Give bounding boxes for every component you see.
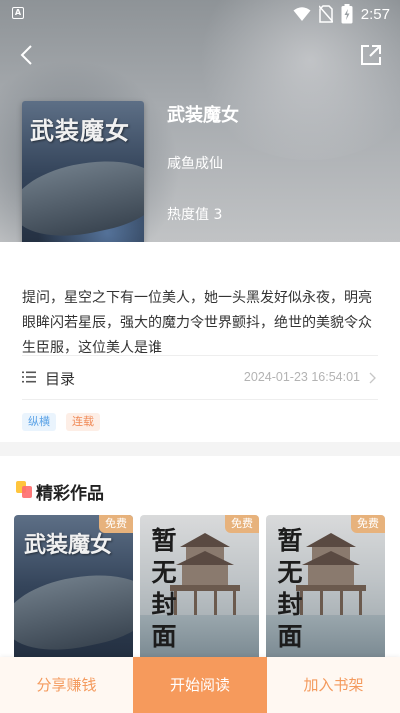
tag-source[interactable]: 纵横 xyxy=(22,413,56,431)
bottom-action-bar: 分享赚钱 开始阅读 加入书架 xyxy=(0,657,400,713)
add-to-bookshelf-button[interactable]: 加入书架 xyxy=(267,657,400,713)
heat-value: 热度值 3 xyxy=(167,207,223,223)
section-icon xyxy=(16,481,32,498)
clock: 2:57 xyxy=(360,5,390,23)
section-title: 精彩作品 xyxy=(36,484,104,504)
table-of-contents-row[interactable]: 目录 2024-01-23 16:54:01 xyxy=(22,358,378,398)
wifi-icon xyxy=(293,7,311,21)
free-badge: 免费 xyxy=(225,515,259,533)
no-cover-text: 暂无封面 xyxy=(277,526,303,651)
list-icon xyxy=(22,371,36,383)
free-badge: 免费 xyxy=(99,515,133,533)
status-bar: A 2:57 xyxy=(0,0,400,28)
book-author[interactable]: 咸鱼成仙 xyxy=(167,153,223,173)
share-earn-button[interactable]: 分享赚钱 xyxy=(0,657,133,713)
tag-status[interactable]: 连载 xyxy=(66,413,100,431)
no-sim-icon xyxy=(318,5,333,23)
divider xyxy=(22,355,378,356)
no-cover-text: 暂无封面 xyxy=(151,526,177,651)
battery-icon xyxy=(341,4,353,24)
chevron-left-icon xyxy=(20,45,32,65)
toc-label: 目录 xyxy=(45,370,76,388)
divider xyxy=(22,399,378,400)
chevron-right-icon xyxy=(369,372,376,384)
start-reading-button[interactable]: 开始阅读 xyxy=(133,657,267,713)
book-title: 武装魔女 xyxy=(167,105,239,126)
free-badge: 免费 xyxy=(351,515,385,533)
share-icon xyxy=(361,45,381,65)
back-button[interactable] xyxy=(12,40,42,70)
app-notification-icon: A xyxy=(12,7,24,19)
share-button[interactable] xyxy=(358,42,384,68)
cover-title-art: 武装魔女 xyxy=(30,116,130,145)
last-updated: 2024-01-23 16:54:01 xyxy=(243,370,360,384)
featured-book-card[interactable]: 暂无封面 免费 xyxy=(266,515,385,675)
book-description: 提问，星空之下有一位美人，她一头黑发好似永夜，明亮眼眸闪若星辰，强大的魔力令世界… xyxy=(22,290,372,356)
cover-title-art: 武装魔女 xyxy=(24,532,113,558)
book-cover: 武装魔女 xyxy=(22,101,144,264)
featured-book-card[interactable]: 暂无封面 免费 xyxy=(140,515,259,675)
cover-whale-art xyxy=(14,562,133,662)
featured-book-card[interactable]: 武装魔女 免费 xyxy=(14,515,133,675)
